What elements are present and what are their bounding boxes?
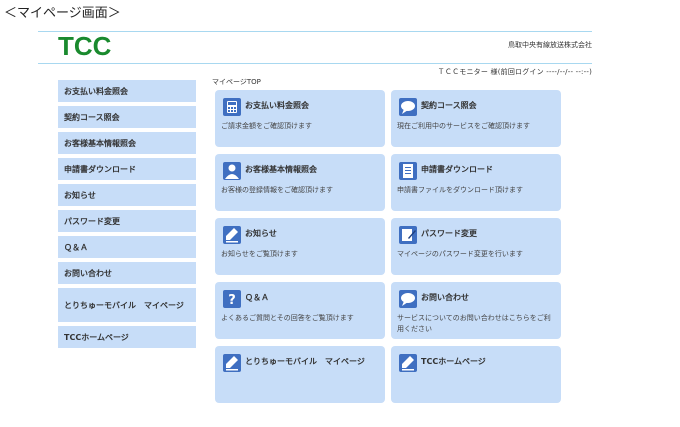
card-title: お知らせ	[245, 229, 277, 238]
card-contract[interactable]: 契約コース照会 現在ご利用中のサービスをご確認頂けます	[391, 90, 561, 147]
card-description: お知らせをご覧頂けます	[221, 250, 298, 258]
card-download[interactable]: 申請書ダウンロード 申請書ファイルをダウンロード頂けます	[391, 154, 561, 211]
calculator-icon	[223, 98, 241, 116]
card-description: 申請書ファイルをダウンロード頂けます	[397, 186, 523, 194]
card-description: 現在ご利用中のサービスをご確認頂けます	[397, 122, 530, 130]
sidebar-item-homepage[interactable]: TCCホームページ	[58, 326, 196, 348]
card-title: お問い合わせ	[421, 293, 469, 302]
card-description: よくあるご質問とその回答をご覧頂けます	[221, 314, 354, 322]
chat-icon	[399, 290, 417, 308]
sidebar-item-contract[interactable]: 契約コース照会	[58, 106, 196, 128]
company-name: 鳥取中央有線放送株式会社	[508, 41, 592, 49]
user-icon	[223, 162, 241, 180]
pencil-icon	[223, 354, 241, 372]
card-qa[interactable]: ? Ｑ＆Ａ よくあるご質問とその回答をご覧頂けます	[215, 282, 385, 339]
svg-text:?: ?	[228, 293, 236, 308]
sidebar-nav: お支払い料金照会 契約コース照会 お客様基本情報照会 申請書ダウンロード お知ら…	[58, 80, 196, 352]
sidebar-item-download[interactable]: 申請書ダウンロード	[58, 158, 196, 180]
card-customer-info[interactable]: お客様基本情報照会 お客様の登録情報をご確認頂けます	[215, 154, 385, 211]
tcc-logo[interactable]: TCC	[58, 33, 112, 59]
sidebar-item-password[interactable]: パスワード変更	[58, 210, 196, 232]
card-description: サービスについてのお問い合わせはこちらをご利用ください	[397, 314, 551, 333]
header-bottom-rule	[38, 63, 592, 64]
edit-icon	[399, 226, 417, 244]
sidebar-item-contact[interactable]: お問い合わせ	[58, 262, 196, 284]
document-icon	[399, 162, 417, 180]
card-mobile-mypage[interactable]: とりちゅーモバイル マイページ	[215, 346, 385, 403]
pencil-icon	[223, 226, 241, 244]
user-login-info: ＴＣＣモニター 様(前回ログイン ----/--/-- --:--)	[437, 68, 592, 76]
chat-icon	[399, 98, 417, 116]
card-description: お客様の登録情報をご確認頂けます	[221, 186, 333, 194]
pencil-icon	[399, 354, 417, 372]
page-caption: ＜マイページ画面＞	[4, 6, 121, 21]
card-title: とりちゅーモバイル マイページ	[245, 357, 365, 366]
header-top-rule	[38, 31, 592, 32]
card-payment[interactable]: お支払い料金照会 ご請求金額をご確認頂けます	[215, 90, 385, 147]
card-contact[interactable]: お問い合わせ サービスについてのお問い合わせはこちらをご利用ください	[391, 282, 561, 339]
sidebar-item-payment[interactable]: お支払い料金照会	[58, 80, 196, 102]
card-description: ご請求金額をご確認頂けます	[221, 122, 312, 130]
card-title: パスワード変更	[421, 229, 477, 238]
card-title: お客様基本情報照会	[245, 165, 317, 174]
card-news[interactable]: お知らせ お知らせをご覧頂けます	[215, 218, 385, 275]
sidebar-item-customer-info[interactable]: お客様基本情報照会	[58, 132, 196, 154]
sidebar-item-news[interactable]: お知らせ	[58, 184, 196, 206]
card-title: 契約コース照会	[421, 101, 477, 110]
sidebar-item-qa[interactable]: Ｑ＆Ａ	[58, 236, 196, 258]
sidebar-item-mobile-mypage[interactable]: とりちゅーモバイル マイページ	[58, 288, 196, 322]
question-icon: ?	[223, 290, 241, 308]
card-title: TCCホームページ	[421, 357, 486, 366]
card-password[interactable]: パスワード変更 マイページのパスワード変更を行います	[391, 218, 561, 275]
card-title: お支払い料金照会	[245, 101, 309, 110]
breadcrumb: マイページTOP	[212, 78, 261, 86]
logo-text: TCC	[58, 33, 112, 59]
card-title: Ｑ＆Ａ	[245, 293, 269, 302]
card-title: 申請書ダウンロード	[421, 165, 493, 174]
card-homepage[interactable]: TCCホームページ	[391, 346, 561, 403]
card-description: マイページのパスワード変更を行います	[397, 250, 523, 258]
